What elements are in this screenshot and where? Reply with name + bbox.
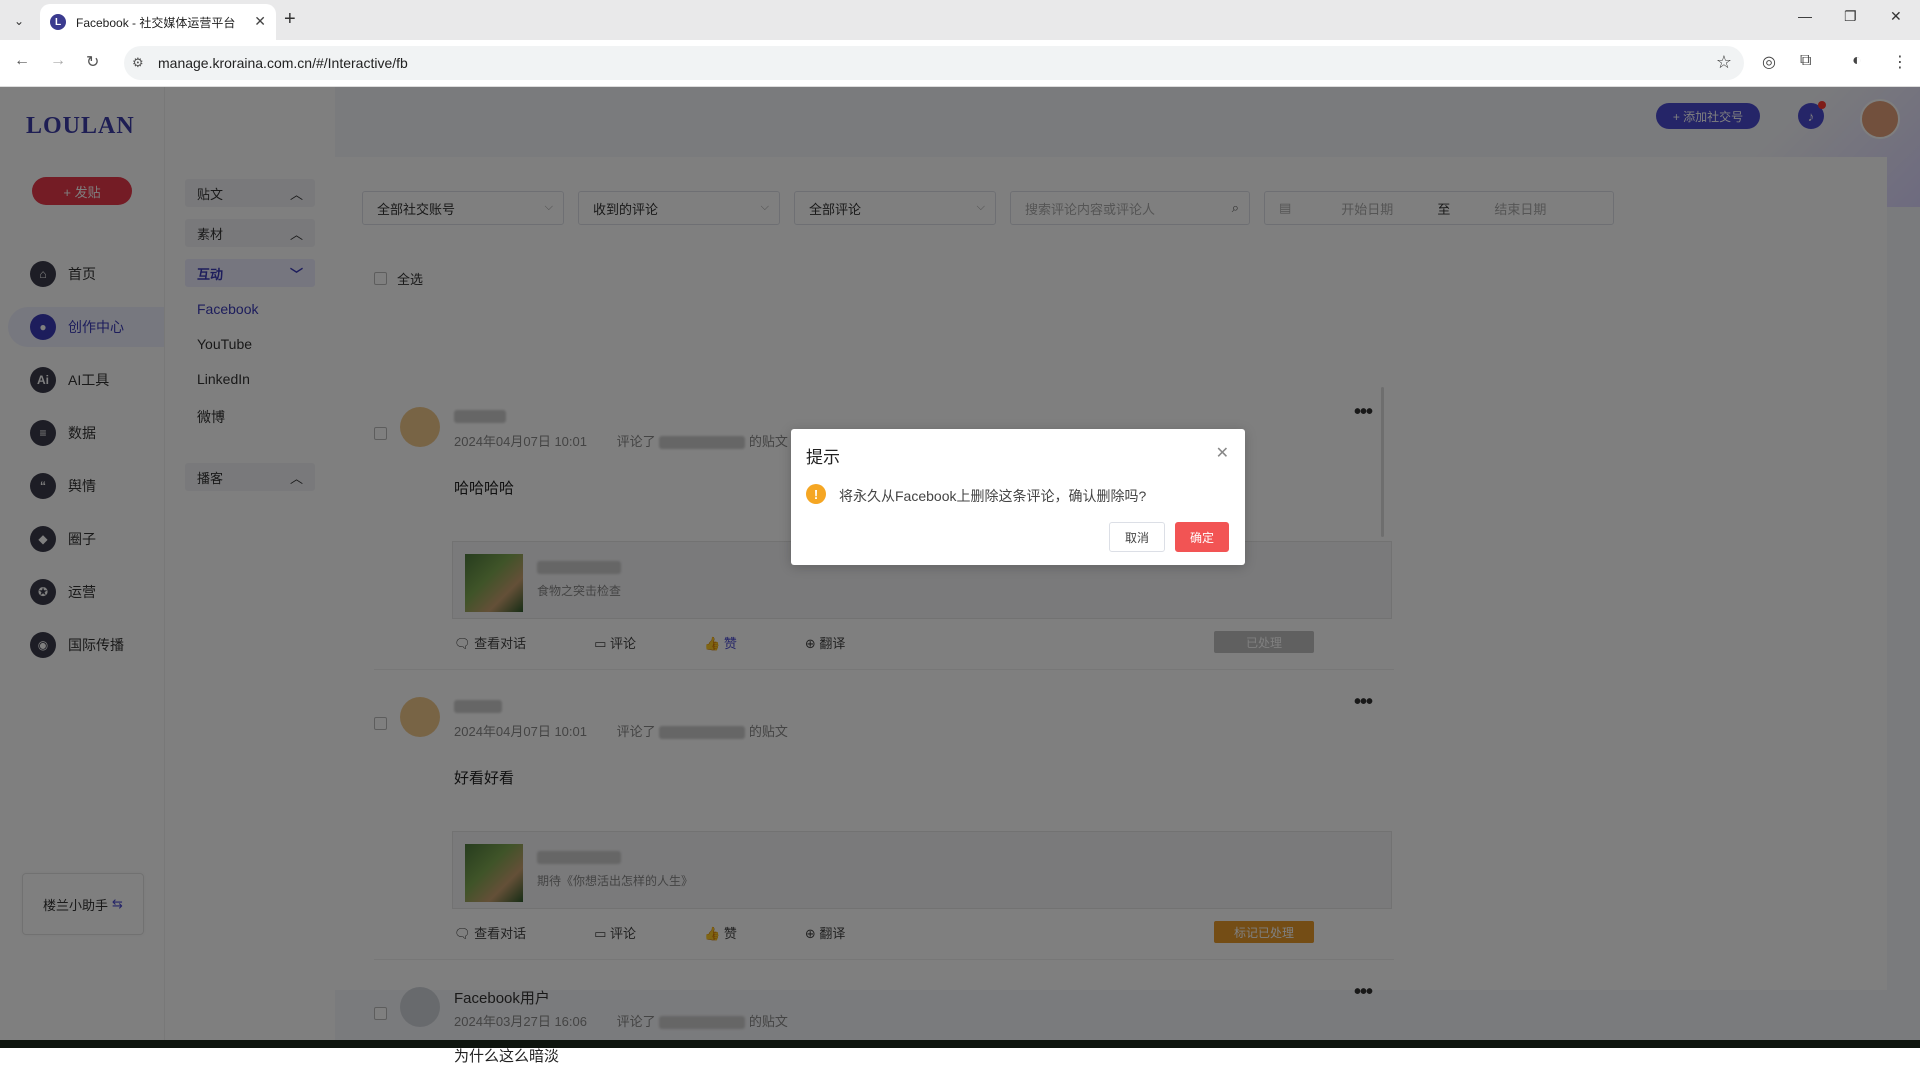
new-tab-icon[interactable]: + [284, 8, 296, 31]
url-field[interactable]: ⚙ manage.kroraina.com.cn/#/Interactive/f… [124, 46, 1744, 80]
modal-overlay[interactable] [0, 87, 1920, 1048]
profile-icon[interactable]: ◐ [1852, 52, 1862, 70]
browser-menu-icon[interactable]: ⋮ [1892, 52, 1908, 72]
restore-icon[interactable]: ❐ [1844, 8, 1857, 25]
confirm-button[interactable]: 确定 [1175, 522, 1229, 552]
browser-tab[interactable]: L Facebook - 社交媒体运营平台 ✕ [40, 4, 276, 40]
reload-icon[interactable]: ↻ [86, 52, 99, 72]
site-settings-icon[interactable]: ⚙ [132, 55, 144, 71]
cancel-button[interactable]: 取消 [1109, 522, 1165, 552]
extensions-puzzle-icon[interactable]: ⧉ [1800, 52, 1811, 70]
bookmark-star-icon[interactable]: ☆ [1716, 52, 1732, 73]
forward-icon[interactable]: → [50, 52, 66, 70]
browser-tabbar: ⌄ L Facebook - 社交媒体运营平台 ✕ + — ❐ ✕ [0, 0, 1920, 40]
confirm-dialog: 提示 ✕ ! 将永久从Facebook上删除这条评论，确认删除吗? 取消 确定 [791, 429, 1245, 565]
window-close-icon[interactable]: ✕ [1890, 8, 1902, 25]
extension-circle-icon[interactable]: ◎ [1762, 52, 1776, 72]
url-text: manage.kroraina.com.cn/#/Interactive/fb [158, 55, 408, 71]
warning-icon: ! [806, 484, 826, 504]
tab-list-chevron-icon[interactable]: ⌄ [8, 10, 30, 32]
site-favicon-icon: L [50, 14, 66, 30]
close-icon[interactable]: ✕ [1216, 443, 1229, 463]
tab-title: Facebook - 社交媒体运营平台 [76, 15, 236, 30]
back-icon[interactable]: ← [14, 52, 30, 70]
minimize-icon[interactable]: — [1798, 8, 1812, 24]
dialog-title: 提示 [806, 448, 840, 467]
address-bar: ← → ↻ ⚙ manage.kroraina.com.cn/#/Interac… [0, 40, 1920, 87]
close-tab-icon[interactable]: ✕ [254, 13, 266, 30]
dialog-message: 将永久从Facebook上删除这条评论，确认删除吗? [839, 488, 1147, 504]
comment-text: 为什么这么暗淡 [454, 1048, 560, 1065]
